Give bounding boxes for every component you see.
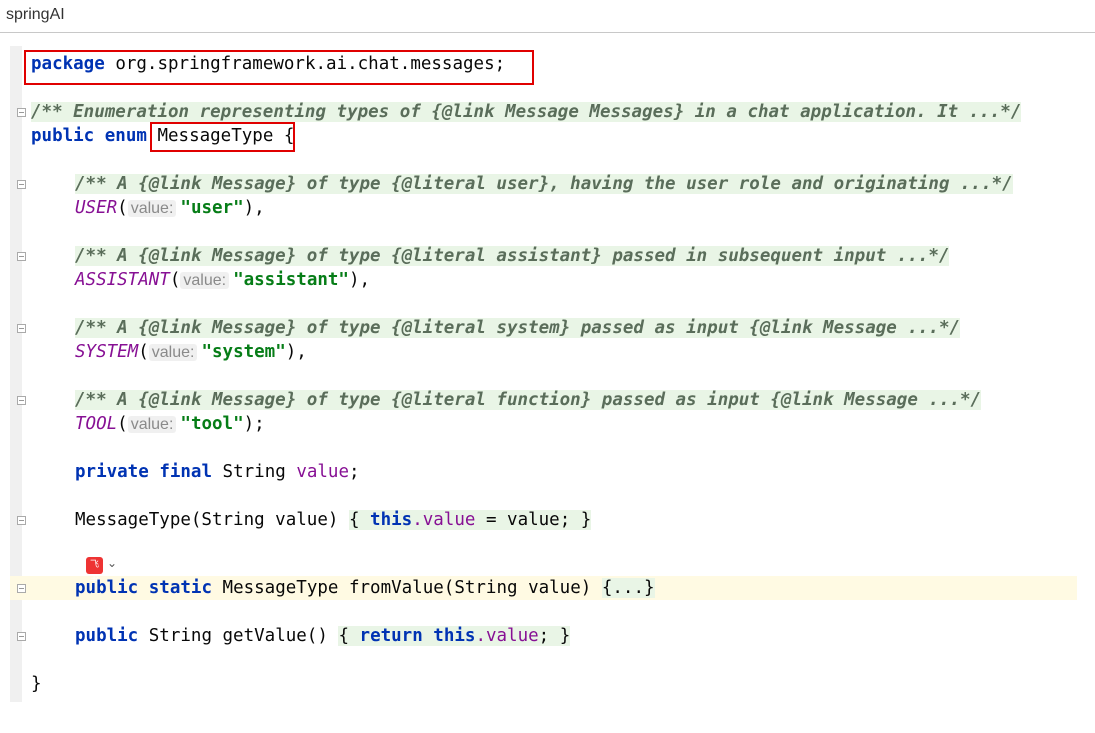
brace: } xyxy=(559,626,571,646)
fold-icon[interactable] xyxy=(17,324,26,333)
code-line-doc: /** A {@link Message} of type {@literal … xyxy=(31,388,982,412)
punctuation: ), xyxy=(285,342,307,362)
method-signature: MessageType fromValue(String value) xyxy=(222,578,592,598)
statement: = value; xyxy=(475,510,571,530)
parameter-hint: value: xyxy=(180,272,230,289)
field-name: .value xyxy=(475,626,539,646)
code-line-method-getvalue: public String getValue() { return this.v… xyxy=(31,624,571,648)
field-name: value xyxy=(296,462,349,482)
type-name: String xyxy=(222,462,286,482)
keyword: this xyxy=(433,626,476,646)
method-signature: String getValue() xyxy=(148,626,328,646)
javadoc-comment[interactable]: /** A {@link Message} of type {@literal … xyxy=(75,174,1013,194)
parameter-hint: value: xyxy=(127,416,177,433)
editor-gutter xyxy=(10,46,22,702)
punctuation: ; xyxy=(349,462,360,482)
code-line-doc: /** A {@link Message} of type {@literal … xyxy=(31,316,961,340)
javadoc-comment[interactable]: /** A {@link Message} of type {@literal … xyxy=(75,318,961,338)
javadoc-comment[interactable]: /** A {@link Message} of type {@literal … xyxy=(75,246,950,266)
annotation-box-enum-name xyxy=(150,122,295,152)
code-line-close: } xyxy=(31,672,42,696)
code-line-enum-doc: /** Enumeration representing types of {@… xyxy=(31,100,1022,124)
string-literal: "system" xyxy=(201,342,286,362)
brace: { xyxy=(338,626,349,646)
keyword: static xyxy=(148,578,212,598)
code-line-constructor: MessageType(String value) { this.value =… xyxy=(31,508,592,532)
code-line-doc: /** A {@link Message} of type {@literal … xyxy=(31,244,950,268)
title-divider xyxy=(0,32,1095,33)
folded-body[interactable]: { this.value = value; } xyxy=(348,510,592,530)
enum-constant: SYSTEM xyxy=(75,342,139,362)
chevron-down-icon[interactable]: ⌄ xyxy=(107,556,117,570)
string-literal: "tool" xyxy=(180,414,244,434)
field-name: .value xyxy=(412,510,476,530)
keyword: final xyxy=(159,462,212,482)
code-line-constant: ASSISTANT(value: "assistant"), xyxy=(75,270,371,290)
punctuation: ), xyxy=(243,198,265,218)
annotation-box-package xyxy=(24,50,534,85)
fold-icon[interactable] xyxy=(17,516,26,525)
code-line-field: private final String value; xyxy=(31,460,360,484)
keyword: public xyxy=(75,578,139,598)
enum-constant: TOOL xyxy=(75,414,118,434)
code-line-method-fromvalue: public static MessageType fromValue(Stri… xyxy=(31,576,655,600)
punctuation: ), xyxy=(348,270,371,290)
enum-constant: ASSISTANT xyxy=(75,270,170,290)
javadoc-comment[interactable]: /** Enumeration representing types of {@… xyxy=(31,102,1022,122)
parameter-hint: value: xyxy=(127,200,177,217)
brace: } xyxy=(580,510,592,530)
fold-icon[interactable] xyxy=(17,584,26,593)
keyword: return xyxy=(359,626,423,646)
string-literal: "user" xyxy=(180,198,244,218)
brace: { xyxy=(348,510,360,530)
fold-icon[interactable] xyxy=(17,632,26,641)
fold-icon[interactable] xyxy=(17,108,26,117)
javadoc-comment[interactable]: /** A {@link Message} of type {@literal … xyxy=(75,390,982,410)
code-line-constant: SYSTEM(value: "system"), xyxy=(75,342,307,362)
punctuation: ; xyxy=(538,626,550,646)
keyword: this xyxy=(370,510,413,530)
code-line-constant: TOOL(value: "tool"); xyxy=(75,414,265,434)
keyword: enum xyxy=(104,126,147,146)
enum-constant: USER xyxy=(75,198,118,218)
fold-icon[interactable] xyxy=(17,180,26,189)
keyword: private xyxy=(75,462,149,482)
punctuation: ); xyxy=(243,414,265,434)
window-title: springAI xyxy=(6,6,65,23)
keyword: public xyxy=(75,626,139,646)
folded-body[interactable]: { return this.value; } xyxy=(338,626,571,646)
code-line-constant: USER(value: "user"), xyxy=(75,198,265,218)
fold-icon[interactable] xyxy=(17,252,26,261)
parameter-hint: value: xyxy=(148,344,198,361)
string-literal: "assistant" xyxy=(233,270,349,290)
folded-body[interactable]: {...} xyxy=(601,578,655,598)
brace: } xyxy=(31,674,42,694)
keyword: public xyxy=(31,126,95,146)
code-line-doc: /** A {@link Message} of type {@literal … xyxy=(31,172,1013,196)
constructor-signature: MessageType(String value) xyxy=(75,510,339,530)
feishu-icon[interactable]: 飞书 xyxy=(86,557,103,587)
fold-icon[interactable] xyxy=(17,396,26,405)
